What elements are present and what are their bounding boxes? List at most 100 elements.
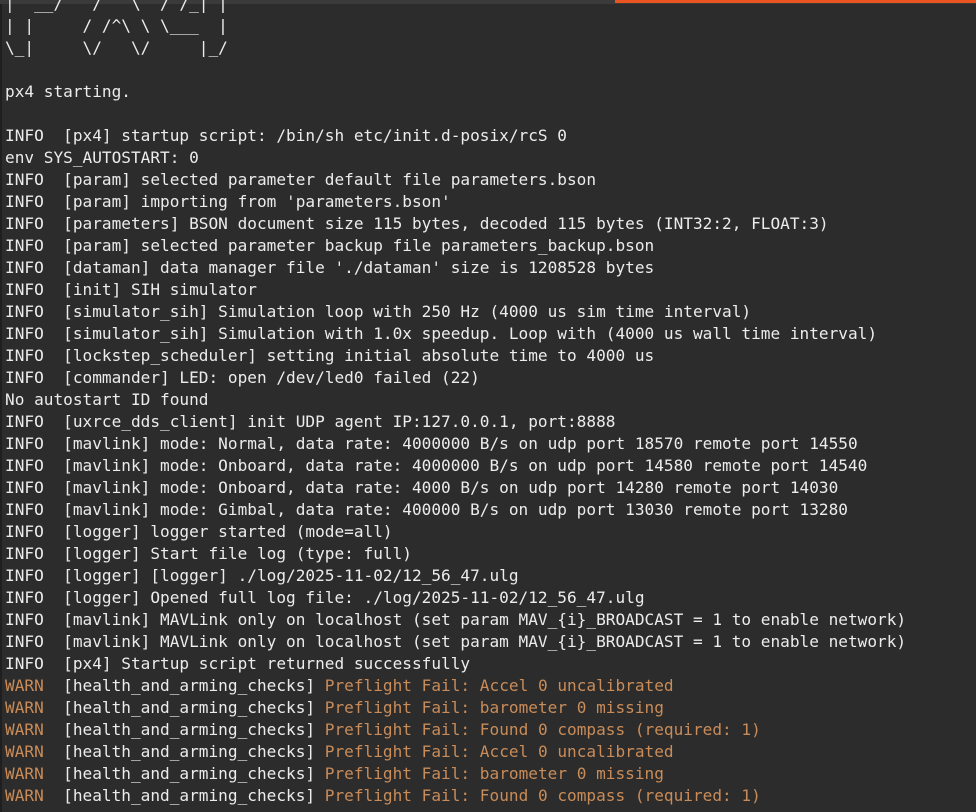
info-log-line: INFO [mavlink] mode: Normal, data rate: … — [5, 433, 906, 455]
warn-log-line: WARN [health_and_arming_checks] Prefligh… — [5, 785, 906, 807]
warn-log-line: WARN [health_and_arming_checks] Prefligh… — [5, 719, 906, 741]
info-log-line: INFO [logger] Opened full log file: ./lo… — [5, 587, 906, 609]
log-module-tag: [health_and_arming_checks] — [63, 720, 316, 739]
log-line: env SYS_AUTOSTART: 0 — [5, 147, 906, 169]
log-message: [parameters] BSON document size 115 byte… — [63, 214, 829, 233]
log-level: INFO — [5, 192, 44, 211]
log-message: [simulator_sih] Simulation with 1.0x spe… — [63, 324, 878, 343]
log-level: INFO — [5, 170, 44, 189]
log-level: INFO — [5, 302, 44, 321]
log-module-tag: [health_and_arming_checks] — [63, 742, 316, 761]
log-level: INFO — [5, 368, 44, 387]
info-log-line: INFO [px4] startup script: /bin/sh etc/i… — [5, 125, 906, 147]
log-level: INFO — [5, 280, 44, 299]
log-message: [mavlink] mode: Gimbal, data rate: 40000… — [63, 500, 848, 519]
info-log-line: INFO [mavlink] mode: Onboard, data rate:… — [5, 477, 906, 499]
log-module-tag: [health_and_arming_checks] — [63, 676, 316, 695]
log-message: Preflight Fail: barometer 0 missing — [324, 698, 664, 717]
ascii-banner-line: \_| \/ \/ |_/ — [5, 38, 228, 57]
log-message: [uxrce_dds_client] init UDP agent IP:127… — [63, 412, 616, 431]
info-log-line: INFO [commander] LED: open /dev/led0 fai… — [5, 367, 906, 389]
log-level: INFO — [5, 236, 44, 255]
log-level: INFO — [5, 214, 44, 233]
log-level: INFO — [5, 610, 44, 629]
info-log-line: INFO [lockstep_scheduler] setting initia… — [5, 345, 906, 367]
log-level: INFO — [5, 654, 44, 673]
log-message: [px4] startup script: /bin/sh etc/init.d… — [63, 126, 567, 145]
warn-log-line: WARN [health_and_arming_checks] Prefligh… — [5, 741, 906, 763]
log-level: INFO — [5, 478, 44, 497]
log-level: WARN — [5, 764, 44, 783]
log-level: INFO — [5, 456, 44, 475]
log-level: WARN — [5, 786, 44, 805]
log-level: INFO — [5, 522, 44, 541]
log-module-tag: [health_and_arming_checks] — [63, 698, 316, 717]
log-message: [lockstep_scheduler] setting initial abs… — [63, 346, 655, 365]
log-message: [simulator_sih] Simulation loop with 250… — [63, 302, 752, 321]
log-message: [param] selected parameter backup file p… — [63, 236, 655, 255]
log-message: [param] selected parameter default file … — [63, 170, 597, 189]
log-level: INFO — [5, 258, 44, 277]
terminal-output: | __/ / \ / /_| | | | / /^\ \ \___ | \_| \… — [5, 0, 906, 807]
info-log-line: INFO [mavlink] MAVLink only on localhost… — [5, 609, 906, 631]
log-level: WARN — [5, 676, 44, 695]
log-level: WARN — [5, 720, 44, 739]
log-message: [logger] [logger] ./log/2025-11-02/12_56… — [63, 566, 519, 585]
log-message: [logger] Opened full log file: ./log/202… — [63, 588, 645, 607]
info-log-line: INFO [logger] [logger] ./log/2025-11-02/… — [5, 565, 906, 587]
log-message: [mavlink] mode: Onboard, data rate: 4000… — [63, 478, 839, 497]
log-level: INFO — [5, 566, 44, 585]
log-line: No autostart ID found — [5, 389, 906, 411]
log-level: INFO — [5, 324, 44, 343]
info-log-line: INFO [param] selected parameter backup f… — [5, 235, 906, 257]
log-message: px4 starting. — [5, 82, 131, 101]
log-line — [5, 103, 906, 125]
info-log-line: INFO [param] selected parameter default … — [5, 169, 906, 191]
log-message: Preflight Fail: Found 0 compass (require… — [324, 786, 761, 805]
log-line — [5, 59, 906, 81]
info-log-line: INFO [mavlink] mode: Gimbal, data rate: … — [5, 499, 906, 521]
info-log-line: INFO [logger] Start file log (type: full… — [5, 543, 906, 565]
log-line: px4 starting. — [5, 81, 906, 103]
log-message: [dataman] data manager file './dataman' … — [63, 258, 655, 277]
info-log-line: INFO [parameters] BSON document size 115… — [5, 213, 906, 235]
log-level: WARN — [5, 742, 44, 761]
log-level: WARN — [5, 698, 44, 717]
log-message: [init] SIH simulator — [63, 280, 257, 299]
log-level: INFO — [5, 588, 44, 607]
info-log-line: INFO [mavlink] mode: Onboard, data rate:… — [5, 455, 906, 477]
log-message: [logger] logger started (mode=all) — [63, 522, 393, 541]
log-message: env SYS_AUTOSTART: 0 — [5, 148, 199, 167]
info-log-line: INFO [uxrce_dds_client] init UDP agent I… — [5, 411, 906, 433]
log-message: Preflight Fail: barometer 0 missing — [324, 764, 664, 783]
info-log-line: INFO [logger] logger started (mode=all) — [5, 521, 906, 543]
left-edge-divider — [0, 4, 2, 812]
info-log-line: INFO [mavlink] MAVLink only on localhost… — [5, 631, 906, 653]
log-module-tag: [health_and_arming_checks] — [63, 786, 316, 805]
warn-log-line: WARN [health_and_arming_checks] Prefligh… — [5, 675, 906, 697]
log-level: INFO — [5, 126, 44, 145]
log-level: INFO — [5, 346, 44, 365]
log-message: Preflight Fail: Found 0 compass (require… — [324, 720, 761, 739]
ascii-banner-line: | | / /^\ \ \___ | — [5, 16, 228, 35]
log-message: [logger] Start file log (type: full) — [63, 544, 412, 563]
info-log-line: INFO [dataman] data manager file './data… — [5, 257, 906, 279]
log-level: INFO — [5, 434, 44, 453]
warn-log-line: WARN [health_and_arming_checks] Prefligh… — [5, 697, 906, 719]
log-message: [param] importing from 'parameters.bson' — [63, 192, 451, 211]
log-message: [mavlink] MAVLink only on localhost (set… — [63, 632, 907, 651]
log-level: INFO — [5, 412, 44, 431]
warn-log-line: WARN [health_and_arming_checks] Prefligh… — [5, 763, 906, 785]
log-message: [mavlink] MAVLink only on localhost (set… — [63, 610, 907, 629]
log-message: Preflight Fail: Accel 0 uncalibrated — [324, 742, 674, 761]
info-log-line: INFO [simulator_sih] Simulation with 1.0… — [5, 323, 906, 345]
log-level: INFO — [5, 632, 44, 651]
log-message: [mavlink] mode: Normal, data rate: 40000… — [63, 434, 858, 453]
log-message: Preflight Fail: Accel 0 uncalibrated — [324, 676, 674, 695]
info-log-line: INFO [init] SIH simulator — [5, 279, 906, 301]
log-level: INFO — [5, 500, 44, 519]
log-level: INFO — [5, 544, 44, 563]
terminal-window[interactable]: | __/ / \ / /_| | | | / /^\ \ \___ | \_| \… — [0, 0, 976, 812]
log-module-tag: [health_and_arming_checks] — [63, 764, 316, 783]
info-log-line: INFO [simulator_sih] Simulation loop wit… — [5, 301, 906, 323]
